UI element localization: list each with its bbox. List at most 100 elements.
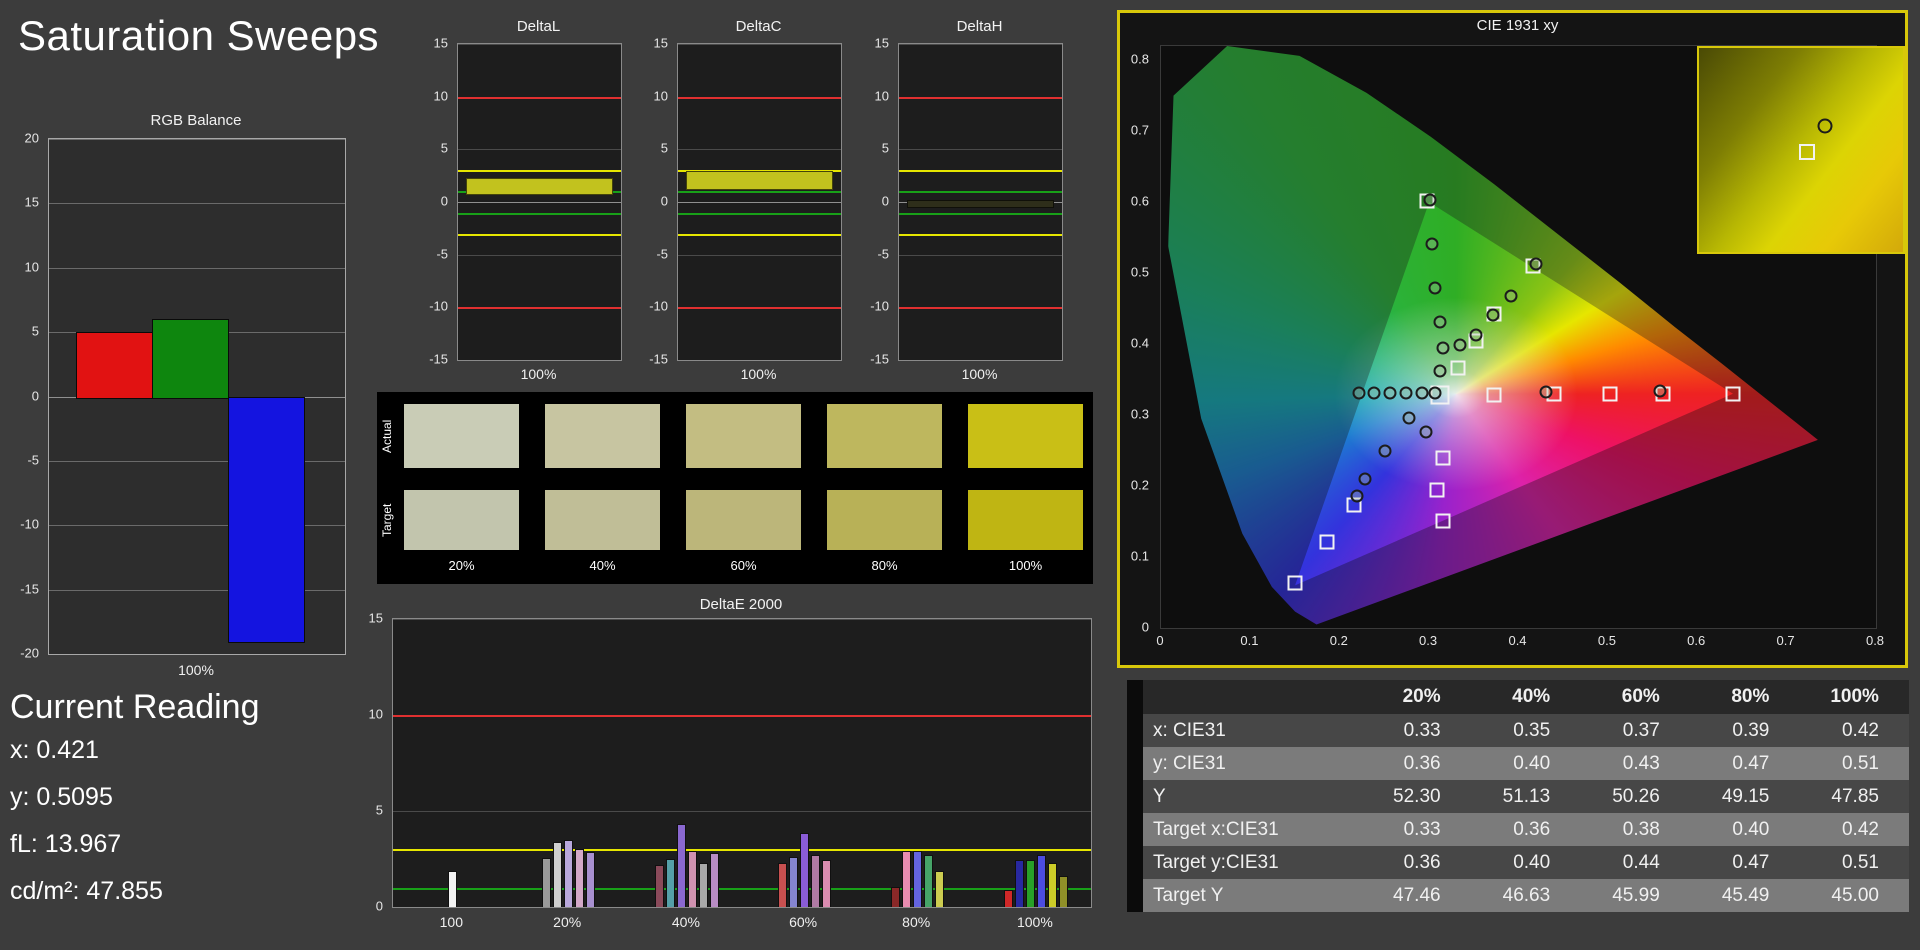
y-tick-label: 0	[881, 193, 889, 209]
gridline	[458, 202, 621, 203]
measurement-table: 20% 40% 60% 80% 100% x: CIE31 0.33 0.35 0.37 0.3…	[1127, 680, 1909, 912]
table-cell: 0.40	[1513, 752, 1551, 774]
x-tick-label: 0.2	[1329, 633, 1348, 648]
swatch-actual-60pct	[686, 404, 801, 468]
y-tick-label: -20	[20, 645, 39, 661]
gridline	[393, 907, 1091, 908]
measured-circle	[1415, 386, 1429, 400]
gridline	[899, 254, 1062, 256]
gridline	[393, 811, 1091, 812]
swatch-percent-label: 60%	[730, 558, 757, 573]
y-tick-label: 5	[881, 140, 889, 156]
measured-circle	[1428, 281, 1441, 295]
swatch-percent-label: 80%	[871, 558, 898, 573]
target-row-label: Target	[380, 503, 394, 537]
table-cell: 0.33	[1403, 818, 1441, 840]
reference-line	[678, 212, 841, 215]
table-cell: 0.36	[1403, 851, 1441, 873]
measured-circle	[1399, 386, 1413, 400]
delta-l-chart: DeltaL 15 10 5 0 -5 -10 -15 100%	[417, 18, 622, 390]
gridline	[458, 254, 621, 256]
deltae-bar	[654, 864, 664, 907]
row-label: x: CIE31	[1153, 719, 1226, 741]
gridline	[899, 44, 1062, 45]
measured-circle	[1433, 315, 1447, 329]
reference-line	[458, 212, 621, 215]
table-cell: 45.49	[1721, 884, 1770, 906]
measured-circle	[1428, 386, 1441, 400]
measured-circle	[1453, 338, 1466, 352]
table-cell: 0.47	[1732, 851, 1770, 873]
target-square	[1602, 386, 1618, 402]
gridline	[678, 149, 841, 151]
y-tick-label: 0.2	[1130, 477, 1149, 493]
table-cell: 45.99	[1612, 884, 1660, 906]
y-tick-label: -10	[429, 298, 448, 314]
table-cell: 0.51	[1841, 752, 1879, 774]
table-cell: 0.37	[1622, 719, 1660, 741]
reference-line	[458, 233, 621, 236]
x-tick-label: 0.7	[1776, 633, 1795, 648]
measured-circle	[1529, 257, 1542, 271]
table-row: Target x:CIE31 0.33 0.36 0.38 0.40 0.42	[1127, 813, 1909, 846]
x-tick-label: 0.1	[1240, 633, 1259, 648]
table-cell: 47.46	[1393, 884, 1441, 906]
column-header: 40%	[1512, 686, 1551, 707]
reference-line	[458, 307, 621, 310]
delta-measure-bar	[907, 200, 1054, 208]
y-tick-label: 15	[433, 35, 448, 51]
gridline	[678, 254, 841, 256]
inset-target-square	[1799, 144, 1816, 161]
rgb-bar-red	[75, 332, 153, 399]
y-tick-label: 5	[440, 140, 448, 156]
target-square	[1287, 575, 1303, 591]
y-tick-label: 0.5	[1130, 264, 1149, 280]
y-tick-label: 15	[24, 194, 39, 210]
x-tick-label: 0	[1156, 633, 1164, 648]
column-header: 20%	[1402, 686, 1441, 707]
table-cell: 47.85	[1831, 785, 1879, 807]
reference-line	[899, 307, 1062, 310]
table-row: Y 52.30 51.13 50.26 49.15 47.85	[1127, 780, 1909, 813]
y-tick-label: -15	[649, 351, 668, 367]
delta-e-y-axis: 15 10 5 0	[352, 611, 388, 914]
reading-line: cd/m²: 47.855	[10, 877, 163, 905]
gridline	[49, 267, 345, 269]
delta-e-plot-area	[392, 618, 1092, 908]
row-strip	[1127, 747, 1143, 780]
gridline	[678, 44, 841, 45]
row-label: y: CIE31	[1153, 752, 1226, 774]
y-tick-label: -5	[27, 452, 39, 468]
inset-measured-circle	[1817, 118, 1833, 134]
delta-measure-bar	[466, 177, 613, 195]
target-square	[1725, 386, 1741, 402]
x-group-label: 80%	[902, 914, 931, 930]
delta-e-title: DeltaE 2000	[699, 596, 783, 613]
y-tick-label: 10	[368, 706, 383, 722]
row-strip	[1127, 780, 1143, 813]
deltae-bar	[912, 851, 922, 907]
reference-line	[678, 96, 841, 99]
gridline	[49, 139, 345, 140]
row-label: Target Y	[1153, 884, 1224, 906]
x-tick-label: 0.5	[1597, 633, 1616, 648]
y-tick-label: 0	[31, 388, 39, 403]
table-cell: 0.40	[1732, 818, 1770, 840]
measured-circle	[1383, 386, 1397, 400]
y-tick-label: -10	[20, 516, 39, 532]
x-group-label: 100	[439, 914, 463, 930]
measured-circle	[1402, 411, 1416, 425]
current-reading-values: x: 0.421 y: 0.5095 fL: 13.967 cd/m²: 47.855	[10, 736, 163, 924]
deltae-bar	[1036, 855, 1046, 907]
deltae-bar	[799, 833, 809, 907]
y-tick-label: 15	[874, 35, 889, 51]
measured-circle	[1350, 489, 1364, 503]
x-tick-label: 0.4	[1508, 633, 1527, 648]
actual-row-label: Actual	[380, 419, 394, 453]
deltae-bar	[709, 853, 719, 907]
y-tick-label: 15	[368, 610, 383, 626]
delta-h-plot-area	[898, 43, 1063, 361]
y-tick-label: 0.1	[1130, 548, 1149, 564]
table-cell: 0.38	[1622, 818, 1660, 840]
rgb-balance-chart: RGB Balance 20 15 10 5 0 -5 -10 -15 -20 100%	[8, 112, 348, 692]
